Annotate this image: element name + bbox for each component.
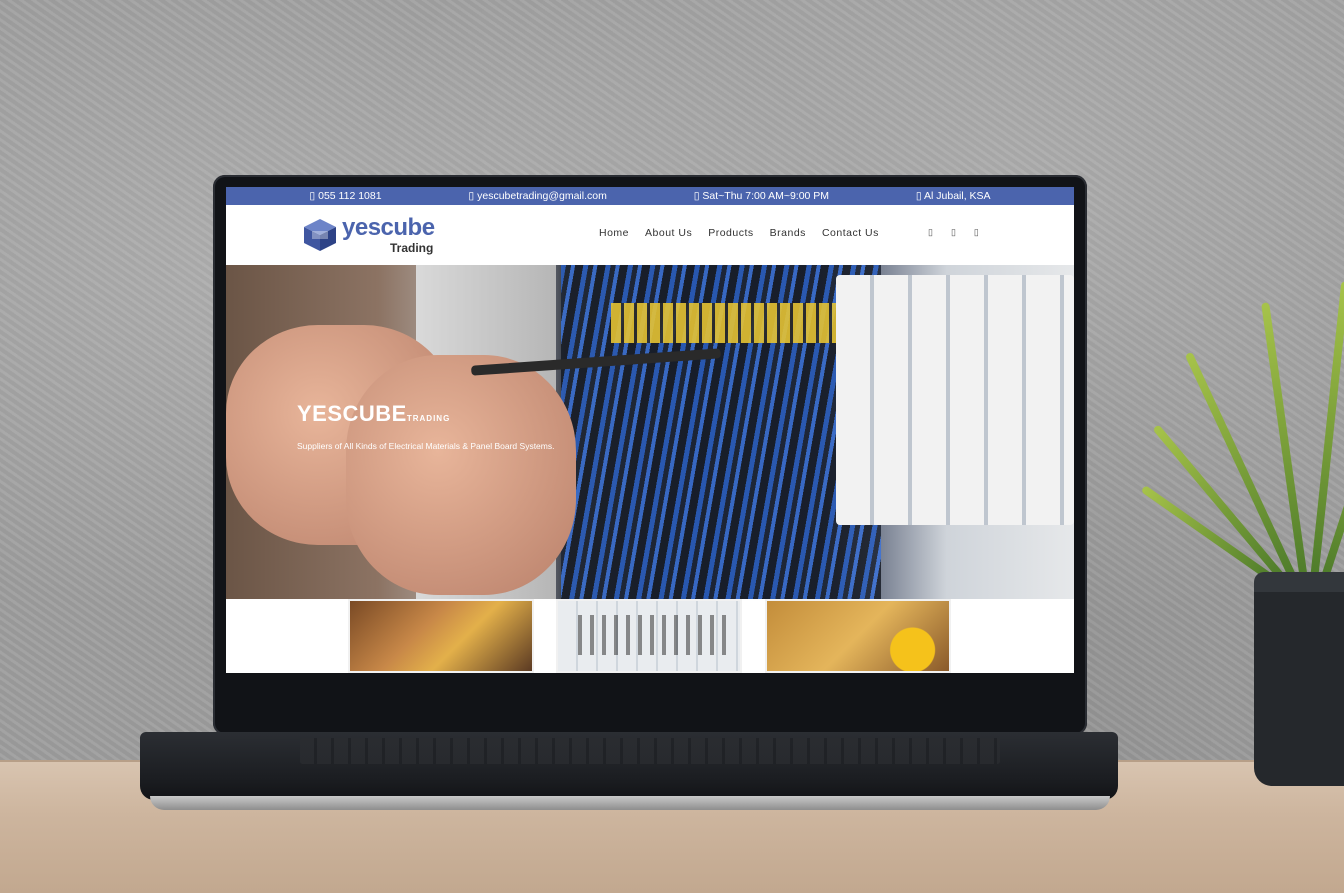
social-icon-1[interactable]: ▯	[928, 227, 933, 238]
laptop-screen: ▯ 055 112 1081 ▯ yescubetrading@gmail.co…	[226, 187, 1074, 673]
hero-subtitle: Suppliers of All Kinds of Electrical Mat…	[297, 441, 555, 451]
logo-name: yescube	[342, 214, 435, 241]
main-nav: Home About Us Products Brands Contact Us	[599, 227, 879, 239]
email-text: yescubetrading@gmail.com	[477, 190, 607, 202]
social-icon-2[interactable]: ▯	[951, 227, 956, 238]
breaker-panel-image	[836, 275, 1074, 525]
card-panel-boards[interactable]	[556, 599, 742, 673]
logo[interactable]: yescube Trading	[302, 216, 435, 254]
location-info: ▯ Al Jubail, KSA	[915, 190, 991, 202]
nav-home[interactable]: Home	[599, 227, 629, 239]
category-cards	[226, 599, 1074, 673]
card-safety[interactable]	[765, 599, 951, 673]
nav-brands[interactable]: Brands	[770, 227, 806, 239]
cube-logo-icon	[302, 217, 338, 253]
plant-pot	[1254, 572, 1344, 786]
location-text: Al Jubail, KSA	[924, 190, 991, 202]
hero-banner: YESCUBETRADING Suppliers of All Kinds of…	[226, 265, 1074, 599]
hours-text: Sat~Thu 7:00 AM~9:00 PM	[702, 190, 830, 202]
social-links: ▯ ▯ ▯	[928, 227, 979, 238]
top-info-bar: ▯ 055 112 1081 ▯ yescubetrading@gmail.co…	[226, 187, 1074, 205]
hours-info: ▯ Sat~Thu 7:00 AM~9:00 PM	[693, 190, 830, 202]
laptop-edge	[150, 796, 1110, 810]
card-tools[interactable]	[348, 599, 534, 673]
nav-about-us[interactable]: About Us	[645, 227, 692, 239]
hero-title: YESCUBETRADING	[297, 401, 451, 426]
logo-sub: Trading	[390, 241, 434, 255]
nav-contact-us[interactable]: Contact Us	[822, 227, 879, 239]
email-info[interactable]: ▯ yescubetrading@gmail.com	[468, 190, 606, 202]
phone-info[interactable]: ▯ 055 112 1081	[309, 190, 381, 202]
social-icon-3[interactable]: ▯	[974, 227, 979, 238]
site-header: yescube Trading Home About Us Products B…	[226, 205, 1074, 265]
nav-products[interactable]: Products	[708, 227, 753, 239]
hero-title-small: TRADING	[406, 414, 451, 423]
keyboard	[300, 738, 1000, 764]
phone-text: 055 112 1081	[318, 190, 382, 202]
